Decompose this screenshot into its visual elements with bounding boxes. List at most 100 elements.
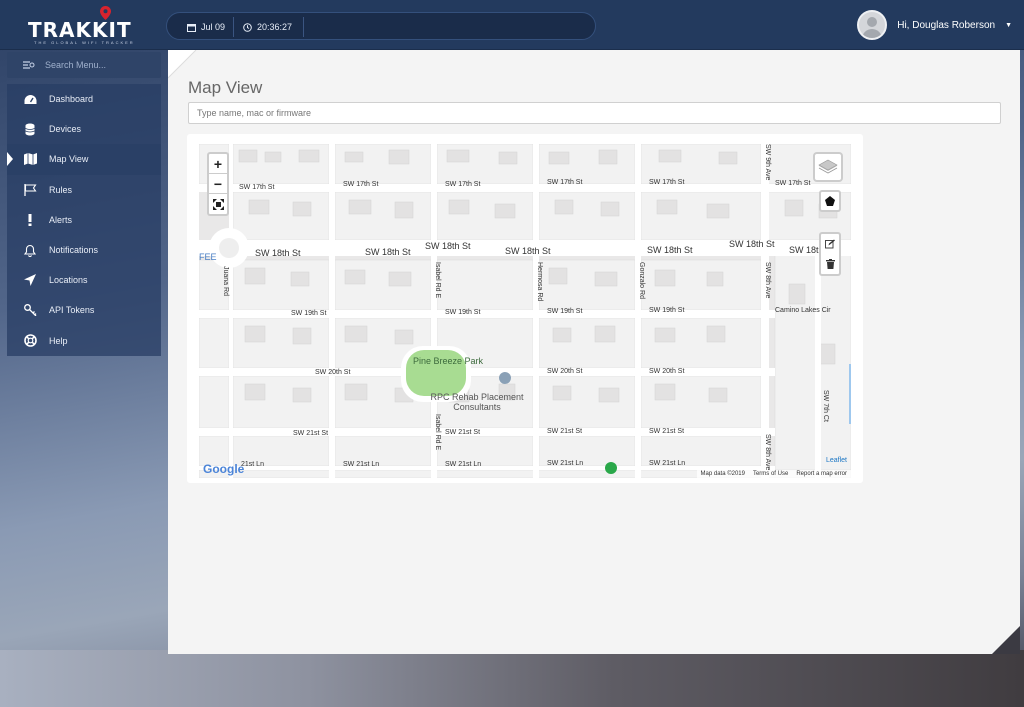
device-filter-input[interactable] bbox=[188, 102, 1001, 124]
sidebar-item-alerts[interactable]: Alerts bbox=[7, 205, 161, 235]
datetime-bar: Jul 09 20:36:27 bbox=[166, 12, 596, 40]
zoom-out-button[interactable]: − bbox=[209, 174, 227, 194]
caret-down-icon[interactable]: ▼ bbox=[1005, 22, 1012, 29]
menu-search[interactable]: Search Menu... bbox=[7, 52, 161, 78]
user-menu[interactable]: Hi, Douglas Roberson ▼ bbox=[857, 9, 1012, 41]
clock-icon bbox=[243, 22, 252, 32]
street-label: SW 17th St bbox=[547, 179, 583, 186]
fullscreen-button[interactable] bbox=[209, 194, 227, 214]
sidebar-item-label: Dashboard bbox=[49, 94, 94, 105]
sidebar: Search Menu... Dashboard Devices Map Vie… bbox=[7, 52, 161, 356]
street-label: SW 9th Ave bbox=[764, 144, 771, 181]
page-corner-fold bbox=[992, 626, 1020, 654]
layers-icon bbox=[818, 159, 838, 174]
avatar[interactable] bbox=[857, 10, 888, 40]
report-error-link[interactable]: Report a map error bbox=[796, 471, 847, 477]
street-label: SW 18th St bbox=[729, 239, 775, 249]
date-display: Jul 09 bbox=[187, 13, 225, 41]
business-label: RPC Rehab Placement Consultants bbox=[430, 392, 524, 412]
time-text: 20:36:27 bbox=[257, 22, 293, 32]
trakkit-logo[interactable]: TRAKKIT THE GLOBAL WIFI TRACKER bbox=[28, 6, 133, 45]
street-label: SW 21st Ln bbox=[343, 461, 380, 468]
street-label: SW 19th St bbox=[445, 309, 481, 316]
sidebar-item-label: API Tokens bbox=[49, 305, 95, 316]
street-label: SW 18th St bbox=[505, 246, 551, 256]
street-label: Hermosa Rd bbox=[536, 262, 543, 302]
street-label: 21st Ln bbox=[241, 461, 264, 468]
edit-layers-button[interactable] bbox=[821, 234, 839, 254]
street-label: SW 8th Ave bbox=[764, 434, 771, 471]
location-arrow-icon bbox=[23, 273, 37, 287]
dashboard-icon bbox=[23, 92, 37, 106]
divider bbox=[303, 17, 304, 37]
street-label: SW 17th St bbox=[343, 181, 379, 188]
sidebar-item-label: Help bbox=[49, 335, 68, 346]
layers-button[interactable] bbox=[813, 152, 843, 182]
street-label: SW 7th Ct bbox=[822, 390, 829, 422]
street-label: SW 21st Ln bbox=[547, 460, 584, 467]
devices-icon bbox=[23, 122, 37, 136]
bell-icon bbox=[23, 243, 37, 257]
street-label: SW 21st St bbox=[547, 428, 583, 435]
flag-icon bbox=[23, 183, 37, 197]
sidebar-item-label: Devices bbox=[49, 124, 82, 135]
map-icon bbox=[23, 152, 37, 166]
key-icon bbox=[23, 303, 37, 317]
divider bbox=[233, 17, 234, 37]
street-label: SW 8th Ave bbox=[764, 262, 771, 299]
sidebar-item-notifications[interactable]: Notifications bbox=[7, 235, 161, 265]
street-label: Isabel Rd E bbox=[434, 414, 441, 451]
map-attribution: Map data ©2019 Terms of Use Report a map… bbox=[696, 470, 851, 478]
user-greeting[interactable]: Hi, Douglas Roberson bbox=[897, 20, 995, 31]
main-panel: Map View Type name, mac or firmware SW 1… bbox=[168, 50, 1020, 654]
street-label: FEE bbox=[199, 252, 217, 262]
leaflet-link[interactable]: Leaflet bbox=[826, 457, 847, 464]
street-label: SW 19th St bbox=[649, 307, 685, 314]
sidebar-item-label: Rules bbox=[49, 184, 73, 195]
street-label: SW 21st Ln bbox=[649, 460, 686, 467]
brand-name: TRAKKIT bbox=[28, 18, 132, 42]
background-shade bbox=[0, 650, 1024, 707]
terms-link[interactable]: Terms of Use bbox=[753, 471, 788, 477]
edit-controls bbox=[819, 232, 841, 276]
menu-search-placeholder: Search Menu... bbox=[45, 60, 107, 70]
street-label: SW 19th St bbox=[547, 308, 583, 315]
park-label: Pine Breeze Park bbox=[413, 356, 484, 366]
sidebar-item-dashboard[interactable]: Dashboard bbox=[7, 84, 161, 114]
draw-polygon-button[interactable] bbox=[819, 190, 841, 212]
menu-search-icon bbox=[23, 60, 35, 69]
trash-icon bbox=[825, 259, 835, 269]
page-title: Map View bbox=[188, 78, 263, 97]
time-display: 20:36:27 bbox=[243, 13, 292, 41]
street-label: SW 17th St bbox=[445, 181, 481, 188]
street-label: Isabel Rd E bbox=[434, 262, 441, 299]
street-label: SW 21st St bbox=[293, 430, 329, 437]
street-label: SW 19th St bbox=[291, 310, 327, 317]
map-data-credit: Map data ©2019 bbox=[700, 471, 745, 477]
street-label: SW 17th St bbox=[775, 180, 811, 187]
street-label: SW 21st Ln bbox=[445, 461, 482, 468]
street-label: SW 18th St bbox=[365, 247, 411, 257]
sidebar-item-help[interactable]: Help bbox=[7, 326, 161, 356]
sidebar-item-label: Map View bbox=[49, 154, 89, 165]
sidebar-item-rules[interactable]: Rules bbox=[7, 175, 161, 205]
zoom-in-button[interactable]: + bbox=[209, 154, 227, 174]
sidebar-item-label: Alerts bbox=[49, 214, 73, 225]
calendar-icon bbox=[187, 23, 196, 32]
exclamation-icon bbox=[23, 213, 37, 227]
delete-layers-button[interactable] bbox=[821, 254, 839, 274]
street-label: SW 20th St bbox=[649, 368, 685, 375]
street-label: SW 17th St bbox=[649, 179, 685, 186]
street-label: SW 17th St bbox=[239, 184, 275, 191]
street-label: SW 21st St bbox=[649, 428, 685, 435]
page-corner-fold bbox=[168, 50, 197, 79]
sidebar-item-locations[interactable]: Locations bbox=[7, 265, 161, 295]
map-view[interactable]: SW 17th St SW 17th St SW 17th St SW 17th… bbox=[199, 144, 851, 478]
sidebar-item-devices[interactable]: Devices bbox=[7, 114, 161, 144]
edit-icon bbox=[825, 239, 835, 249]
street-label: SW 20th St bbox=[315, 369, 351, 376]
date-text: Jul 09 bbox=[201, 22, 226, 32]
fullscreen-icon bbox=[212, 198, 224, 210]
sidebar-item-map-view[interactable]: Map View bbox=[7, 144, 161, 175]
sidebar-item-api-tokens[interactable]: API Tokens bbox=[7, 295, 161, 325]
